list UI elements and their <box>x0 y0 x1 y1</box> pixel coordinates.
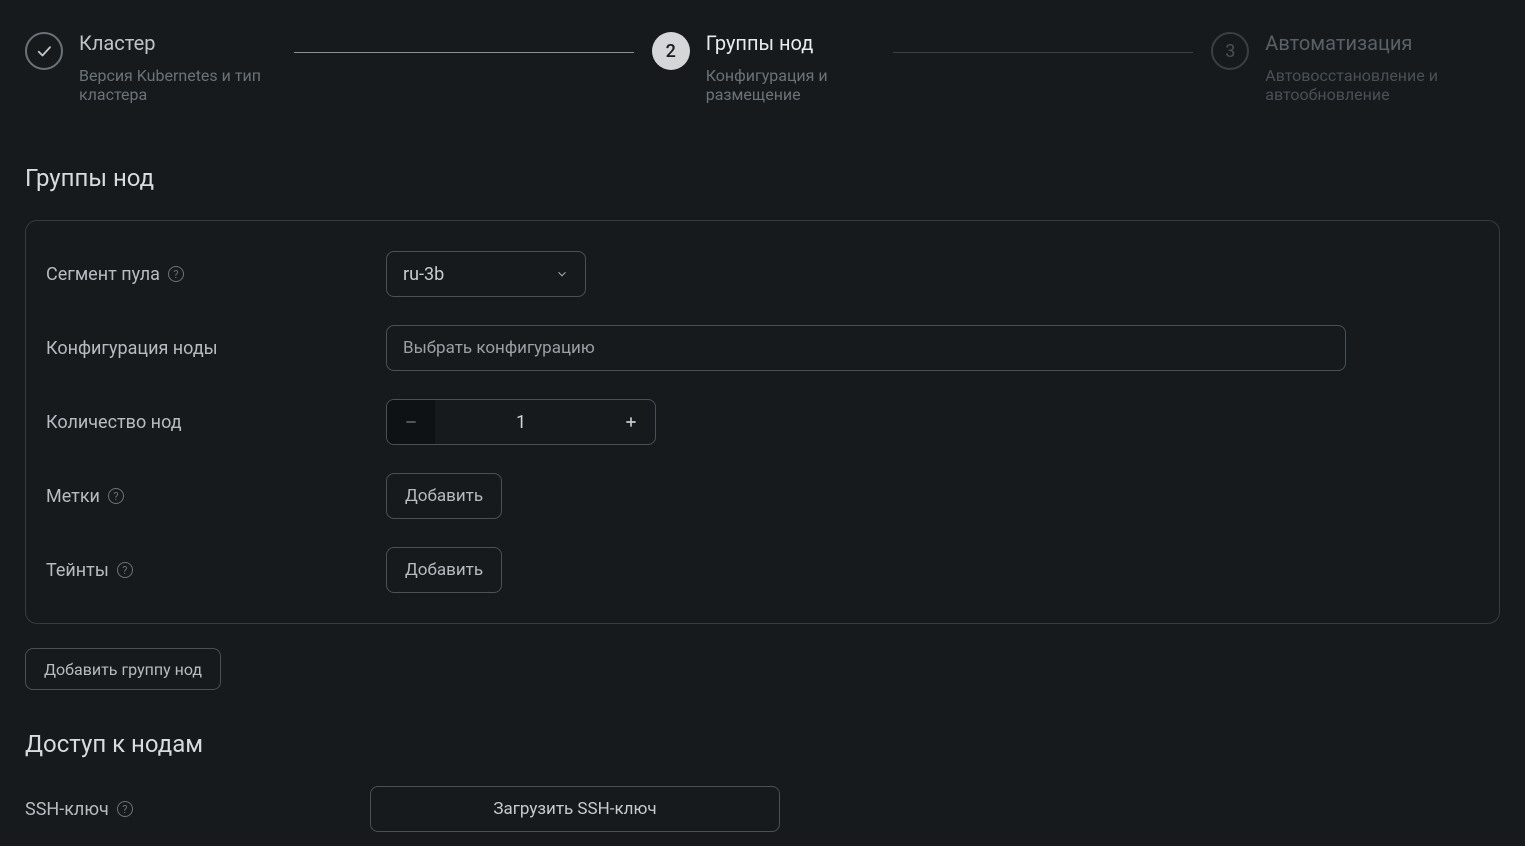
node-access-heading: Доступ к нодам <box>25 730 1500 758</box>
node-config-label: Конфигурация ноды <box>46 338 386 359</box>
help-icon[interactable]: ? <box>117 801 133 817</box>
ssh-key-label: SSH-ключ ? <box>25 799 370 820</box>
step-connector-2 <box>893 52 1193 53</box>
minus-icon <box>403 414 419 430</box>
taints-label-text: Тейнты <box>46 560 109 581</box>
plus-icon <box>623 414 639 430</box>
pool-segment-label-text: Сегмент пула <box>46 264 160 285</box>
increment-button[interactable] <box>607 400 655 444</box>
step-connector-1 <box>294 52 634 53</box>
step-2-title: Группы нод <box>706 30 876 56</box>
decrement-button[interactable] <box>387 400 435 444</box>
upload-ssh-key-button[interactable]: Загрузить SSH-ключ <box>370 786 780 832</box>
step-2[interactable]: 2 Группы нод Конфигурация и размещение <box>652 30 876 104</box>
add-node-group-button[interactable]: Добавить группу нод <box>25 648 221 690</box>
pool-segment-select[interactable]: ru-3b <box>386 251 586 297</box>
add-label-button[interactable]: Добавить <box>386 473 502 519</box>
node-group-card: Сегмент пула ? ru-3b Конфигурация ноды В… <box>25 220 1500 624</box>
node-count-value[interactable]: 1 <box>435 412 607 433</box>
node-config-placeholder: Выбрать конфигурацию <box>403 338 595 358</box>
labels-label-text: Метки <box>46 486 100 507</box>
help-icon[interactable]: ? <box>168 266 184 282</box>
labels-label: Метки ? <box>46 486 386 507</box>
step-1-subtitle: Версия Kubernetes и тип кластера <box>79 66 276 104</box>
node-config-select[interactable]: Выбрать конфигурацию <box>386 325 1346 371</box>
pool-segment-value: ru-3b <box>403 264 444 285</box>
node-groups-heading: Группы нод <box>25 164 1500 192</box>
add-taint-button[interactable]: Добавить <box>386 547 502 593</box>
step-2-subtitle: Конфигурация и размещение <box>706 66 876 104</box>
step-3-subtitle: Автовосстановление и автообновление <box>1265 66 1500 104</box>
chevron-down-icon <box>555 267 569 281</box>
taints-label: Тейнты ? <box>46 560 386 581</box>
help-icon[interactable]: ? <box>108 488 124 504</box>
step-1[interactable]: Кластер Версия Kubernetes и тип кластера <box>25 30 276 104</box>
help-icon[interactable]: ? <box>117 562 133 578</box>
stepper: Кластер Версия Kubernetes и тип кластера… <box>25 30 1500 104</box>
step-3: 3 Автоматизация Автовосстановление и авт… <box>1211 30 1500 104</box>
step-3-number-icon: 3 <box>1211 32 1249 70</box>
pool-segment-label: Сегмент пула ? <box>46 264 386 285</box>
step-3-title: Автоматизация <box>1265 30 1500 56</box>
ssh-key-label-text: SSH-ключ <box>25 799 109 820</box>
node-count-label: Количество нод <box>46 412 386 433</box>
check-icon <box>25 32 63 70</box>
step-1-title: Кластер <box>79 30 276 56</box>
node-count-stepper: 1 <box>386 399 656 445</box>
step-2-number-icon: 2 <box>652 32 690 70</box>
